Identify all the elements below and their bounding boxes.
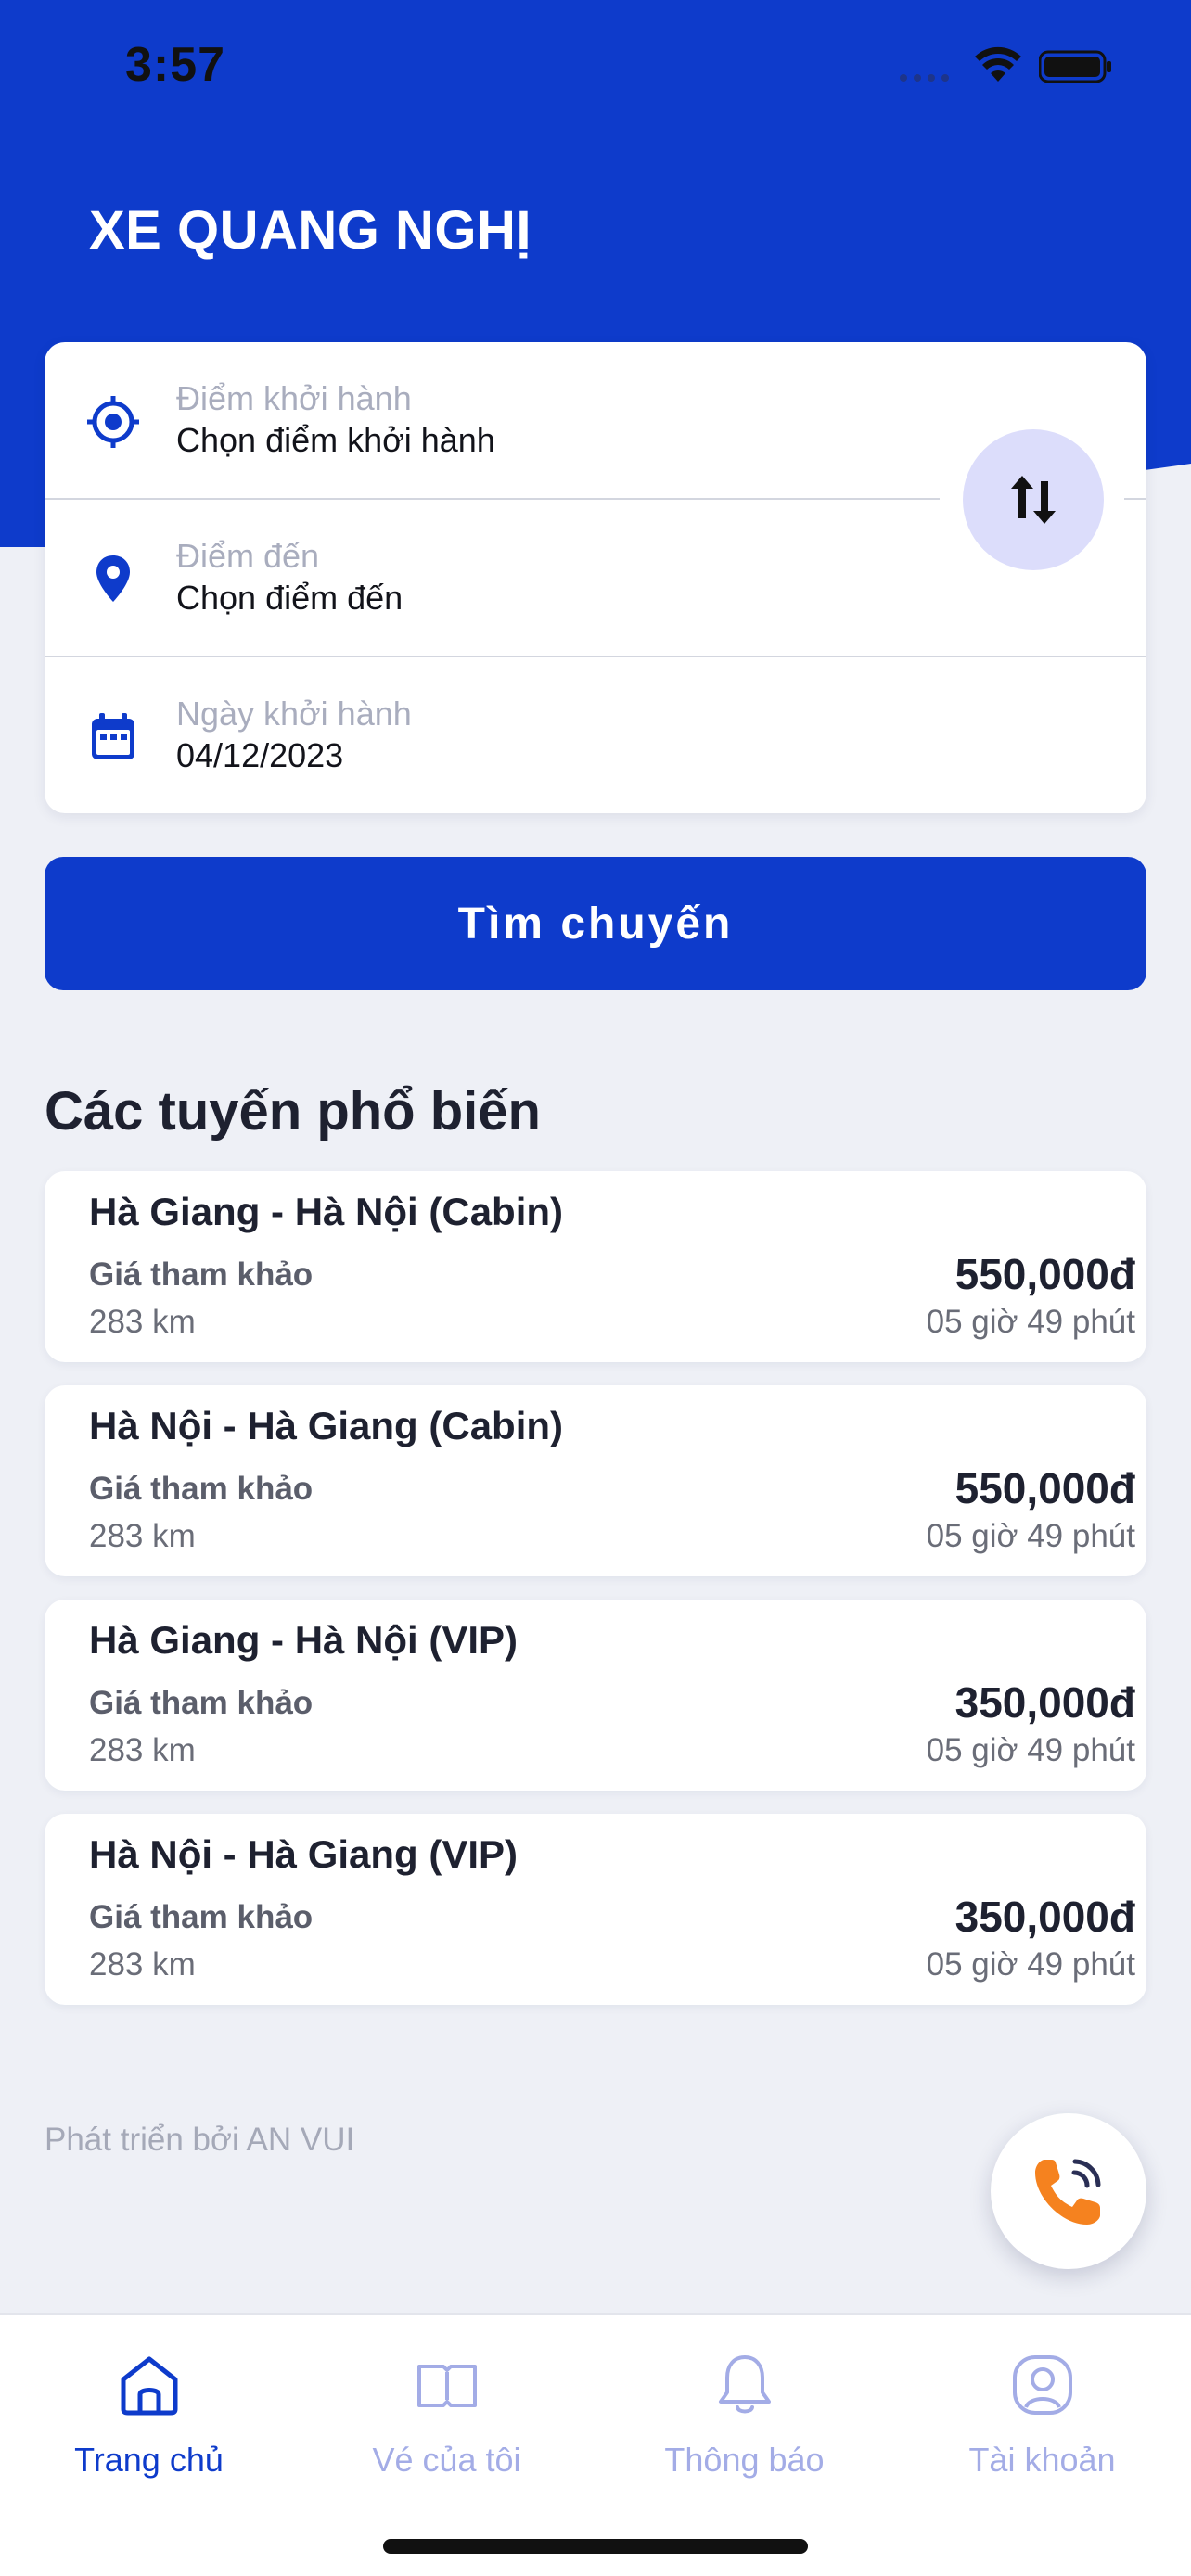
home-indicator	[383, 2539, 808, 2554]
ticket-book-icon	[416, 2365, 477, 2407]
target-icon	[87, 396, 139, 448]
route-distance: 283 km	[89, 1518, 196, 1554]
route-name: Hà Giang - Hà Nội (Cabin)	[89, 1190, 564, 1233]
battery-icon	[1039, 50, 1111, 83]
tab-my-tickets[interactable]: Vé của tôi	[298, 2315, 596, 2500]
tab-notifications-label: Thông báo	[664, 2441, 825, 2479]
swap-vertical-icon	[1011, 476, 1056, 524]
search-trips-button[interactable]: Tìm chuyến	[45, 857, 1146, 990]
cellular-signal-icon	[900, 74, 949, 82]
route-name: Hà Giang - Hà Nội (VIP)	[89, 1618, 519, 1662]
account-icon	[1012, 2355, 1072, 2415]
route-price-hint: Giá tham khảo	[89, 1256, 314, 1293]
tab-notifications[interactable]: Thông báo	[596, 2315, 893, 2500]
route-duration: 05 giờ 49 phút	[926, 1732, 1135, 1768]
tab-account[interactable]: Tài khoản	[893, 2315, 1191, 2500]
route-distance: 283 km	[89, 1732, 196, 1768]
bottom-tab-bar: Trang chủ Vé của tôi Thông báo Tài khoản	[0, 2313, 1191, 2576]
route-distance: 283 km	[89, 1304, 196, 1340]
app-title: XE QUANG NGHỊ	[89, 200, 531, 261]
location-pin-icon	[96, 555, 130, 602]
wifi-icon	[975, 46, 1021, 82]
search-card: Điểm khởi hành Chọn điểm khởi hành Điểm …	[45, 342, 1146, 813]
bell-icon	[718, 2355, 771, 2414]
phone-call-icon	[1035, 2159, 1101, 2225]
route-price: 350,000đ	[954, 1893, 1135, 1941]
date-field[interactable]: Ngày khởi hành 04/12/2023	[45, 657, 1146, 814]
status-time: 3:57	[125, 38, 226, 92]
route-price: 350,000đ	[954, 1678, 1135, 1727]
status-bar: 3:57	[0, 0, 1191, 130]
route-card[interactable]: Hà Nội - Hà Giang (VIP) Giá tham khảo 28…	[45, 1814, 1146, 2005]
origin-value: Chọn điểm khởi hành	[176, 421, 495, 459]
tab-home-label: Trang chủ	[74, 2441, 224, 2479]
route-card[interactable]: Hà Giang - Hà Nội (Cabin) Giá tham khảo …	[45, 1171, 1146, 1362]
route-price-hint: Giá tham khảo	[89, 1685, 314, 1721]
popular-routes-title: Các tuyến phổ biến	[45, 1081, 541, 1141]
route-name: Hà Nội - Hà Giang (VIP)	[89, 1832, 519, 1876]
origin-label: Điểm khởi hành	[176, 379, 412, 417]
tab-home[interactable]: Trang chủ	[0, 2315, 298, 2500]
developer-credit: Phát triển bởi AN VUI	[45, 2122, 355, 2158]
date-label: Ngày khởi hành	[176, 695, 412, 733]
route-price-hint: Giá tham khảo	[89, 1899, 314, 1935]
route-price-hint: Giá tham khảo	[89, 1471, 314, 1507]
date-value: 04/12/2023	[176, 736, 344, 774]
destination-label: Điểm đến	[176, 537, 320, 575]
route-duration: 05 giờ 49 phút	[926, 1304, 1135, 1340]
call-button[interactable]	[991, 2113, 1146, 2269]
route-card[interactable]: Hà Nội - Hà Giang (Cabin) Giá tham khảo …	[45, 1385, 1146, 1576]
route-duration: 05 giờ 49 phút	[926, 1946, 1135, 1983]
swap-button[interactable]	[963, 429, 1104, 570]
route-card[interactable]: Hà Giang - Hà Nội (VIP) Giá tham khảo 28…	[45, 1600, 1146, 1791]
tab-my-tickets-label: Vé của tôi	[372, 2441, 521, 2479]
home-icon	[121, 2356, 177, 2416]
calendar-icon	[92, 713, 134, 759]
route-duration: 05 giờ 49 phút	[926, 1518, 1135, 1554]
destination-value: Chọn điểm đến	[176, 579, 403, 617]
route-name: Hà Nội - Hà Giang (Cabin)	[89, 1404, 564, 1447]
route-price: 550,000đ	[954, 1250, 1135, 1298]
route-price: 550,000đ	[954, 1464, 1135, 1512]
tab-account-label: Tài khoản	[968, 2441, 1116, 2479]
route-distance: 283 km	[89, 1946, 196, 1983]
